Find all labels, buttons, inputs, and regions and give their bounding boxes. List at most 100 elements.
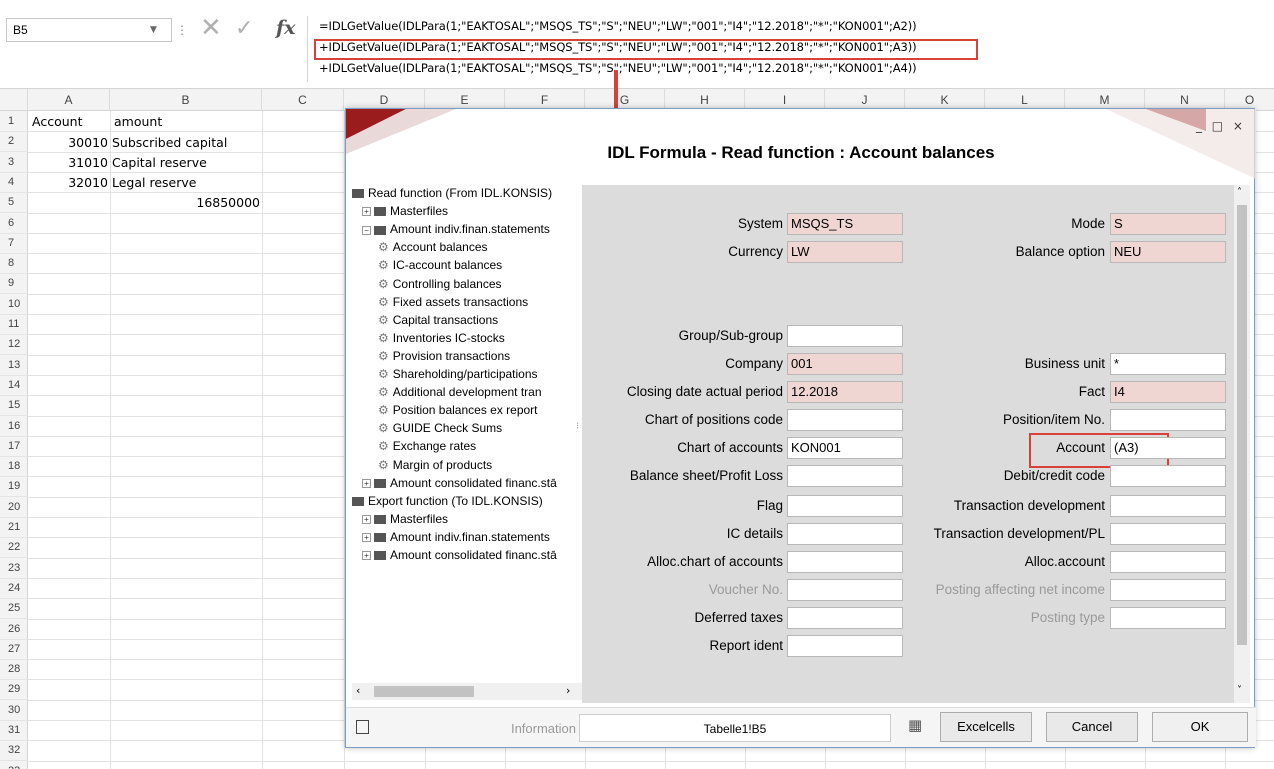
row-header[interactable]: 1 — [0, 111, 28, 132]
row-header[interactable]: 26 — [0, 619, 28, 640]
scroll-down-icon[interactable]: ˅ — [1237, 685, 1242, 696]
field-input-closing[interactable]: 12.2018 — [787, 381, 903, 403]
scroll-up-icon[interactable]: ˄ — [1237, 187, 1242, 198]
cell-B3[interactable]: Capital reserve — [112, 153, 207, 173]
tree-item[interactable]: ⚙ Capital transactions — [378, 312, 498, 329]
row-header[interactable]: 18 — [0, 456, 28, 478]
field-input-account[interactable]: (A3) — [1110, 437, 1226, 459]
field-input-mode[interactable]: S — [1110, 213, 1226, 235]
row-header[interactable]: 2 — [0, 131, 28, 153]
horizontal-scrollbar[interactable]: ‹ › — [352, 683, 582, 700]
field-input-deferred[interactable] — [787, 607, 903, 629]
expand-icon[interactable]: + — [362, 515, 371, 525]
tree-item[interactable]: ⚙ Provision transactions — [378, 348, 510, 365]
field-input-report[interactable] — [787, 635, 903, 657]
tree-item[interactable]: ⚙ Controlling balances — [378, 276, 502, 293]
field-input-alloc_chart[interactable] — [787, 551, 903, 573]
row-header[interactable]: 27 — [0, 639, 28, 660]
row-header[interactable]: 23 — [0, 558, 28, 579]
cell-A1[interactable]: Account — [32, 112, 82, 132]
cell-A4[interactable]: 32010 — [28, 173, 108, 193]
field-input-flag[interactable] — [787, 495, 903, 517]
field-input-tdev[interactable] — [1110, 495, 1226, 517]
expand-icon[interactable]: + — [362, 478, 371, 488]
expand-icon[interactable]: + — [362, 533, 371, 543]
excelcells-button[interactable]: Excelcells — [940, 712, 1032, 742]
field-input-voucher[interactable] — [787, 579, 903, 601]
window-controls[interactable]: _ □ × — [1196, 119, 1246, 133]
name-box[interactable]: B5 — [6, 18, 172, 42]
tree-node[interactable]: + Masterfiles — [362, 203, 448, 220]
field-input-posting_net[interactable] — [1110, 579, 1226, 601]
row-header[interactable]: 10 — [0, 294, 28, 315]
field-input-system[interactable]: MSQS_TS — [787, 213, 903, 235]
row-header[interactable]: 7 — [0, 233, 28, 254]
tree-item[interactable]: ⚙ IC-account balances — [378, 257, 502, 274]
row-header[interactable]: 6 — [0, 213, 28, 234]
scroll-right-icon[interactable]: › — [566, 684, 570, 697]
tree-node[interactable]: Read function (From IDL.KONSIS) — [352, 185, 552, 202]
tree-item[interactable]: ⚙ Account balances — [378, 239, 488, 256]
field-input-chart_acc[interactable]: KON001 — [787, 437, 903, 459]
field-input-currency[interactable]: LW — [787, 241, 903, 263]
cell-B1[interactable]: amount — [114, 112, 162, 132]
row-header[interactable]: 4 — [0, 172, 28, 193]
field-input-chart_pos[interactable] — [787, 409, 903, 431]
collapse-icon[interactable]: − — [362, 225, 371, 235]
row-header[interactable]: 8 — [0, 253, 28, 275]
cell-B2[interactable]: Subscribed capital — [112, 133, 227, 153]
row-header[interactable]: 31 — [0, 720, 28, 741]
tree-item[interactable]: ⚙ Position balances ex report — [378, 402, 538, 419]
row-header[interactable]: 22 — [0, 537, 28, 559]
row-header[interactable]: 16 — [0, 416, 28, 437]
chevron-down-icon[interactable]: ▼ — [150, 18, 157, 42]
scroll-thumb[interactable] — [1237, 205, 1247, 645]
row-header[interactable]: 15 — [0, 395, 28, 417]
row-header[interactable]: 32 — [0, 740, 28, 762]
tree-item[interactable]: ⚙ GUIDE Check Sums — [378, 420, 502, 437]
tree-item[interactable]: ⚙ Inventories IC-stocks — [378, 330, 505, 347]
row-header[interactable]: 19 — [0, 476, 28, 498]
splitter-grip[interactable]: ⁝ — [576, 421, 579, 432]
tree-item[interactable]: ⚙ Shareholding/participations — [378, 366, 538, 383]
tree-node[interactable]: + Amount consolidated financ.stā — [362, 547, 557, 564]
cancel-button[interactable]: Cancel — [1046, 712, 1138, 742]
field-input-balance[interactable]: NEU — [1110, 241, 1226, 263]
cell-B4[interactable]: Legal reserve — [112, 173, 196, 193]
column-header[interactable]: A — [28, 89, 110, 111]
scroll-thumb[interactable] — [374, 686, 474, 697]
field-input-company[interactable]: 001 — [787, 353, 903, 375]
column-header[interactable]: B — [110, 89, 262, 111]
row-header[interactable]: 5 — [0, 192, 28, 214]
field-input-fact[interactable]: I4 — [1110, 381, 1226, 403]
fx-icon[interactable]: fx — [276, 12, 296, 44]
row-header[interactable]: 30 — [0, 700, 28, 721]
row-header[interactable]: 29 — [0, 679, 28, 701]
row-header[interactable]: 12 — [0, 334, 28, 356]
function-tree[interactable]: Read function (From IDL.KONSIS) + Masterfi… — [352, 185, 582, 705]
row-header[interactable]: 24 — [0, 578, 28, 599]
check-icon[interactable]: ✓ — [235, 14, 253, 44]
column-header[interactable]: C — [262, 89, 344, 111]
expand-icon[interactable]: + — [362, 207, 371, 217]
information-field[interactable]: Tabelle1!B5 — [579, 714, 891, 742]
row-header[interactable]: 11 — [0, 314, 28, 335]
row-header[interactable]: 21 — [0, 517, 28, 538]
field-input-bu[interactable]: * — [1110, 353, 1226, 375]
field-input-posno[interactable] — [1110, 409, 1226, 431]
select-all-corner[interactable] — [0, 89, 28, 111]
field-input-alloc_acc[interactable] — [1110, 551, 1226, 573]
tree-item[interactable]: ⚙ Margin of products — [378, 457, 492, 474]
tree-item[interactable]: ⚙ Exchange rates — [378, 438, 476, 455]
row-header[interactable]: 33 — [0, 761, 28, 769]
cancel-icon[interactable]: ✕ — [200, 12, 222, 44]
tree-item[interactable]: ⚙ Additional development tran — [378, 384, 542, 401]
row-header[interactable]: 25 — [0, 598, 28, 620]
tree-node[interactable]: − Amount indiv.finan.statements — [362, 221, 550, 238]
tree-node[interactable]: + Masterfiles — [362, 511, 448, 528]
panel-toggle-icon[interactable] — [356, 720, 369, 734]
field-input-tdevpl[interactable] — [1110, 523, 1226, 545]
cell-B5[interactable]: 16850000 — [110, 193, 260, 213]
field-input-ic[interactable] — [787, 523, 903, 545]
field-input-posting_type[interactable] — [1110, 607, 1226, 629]
